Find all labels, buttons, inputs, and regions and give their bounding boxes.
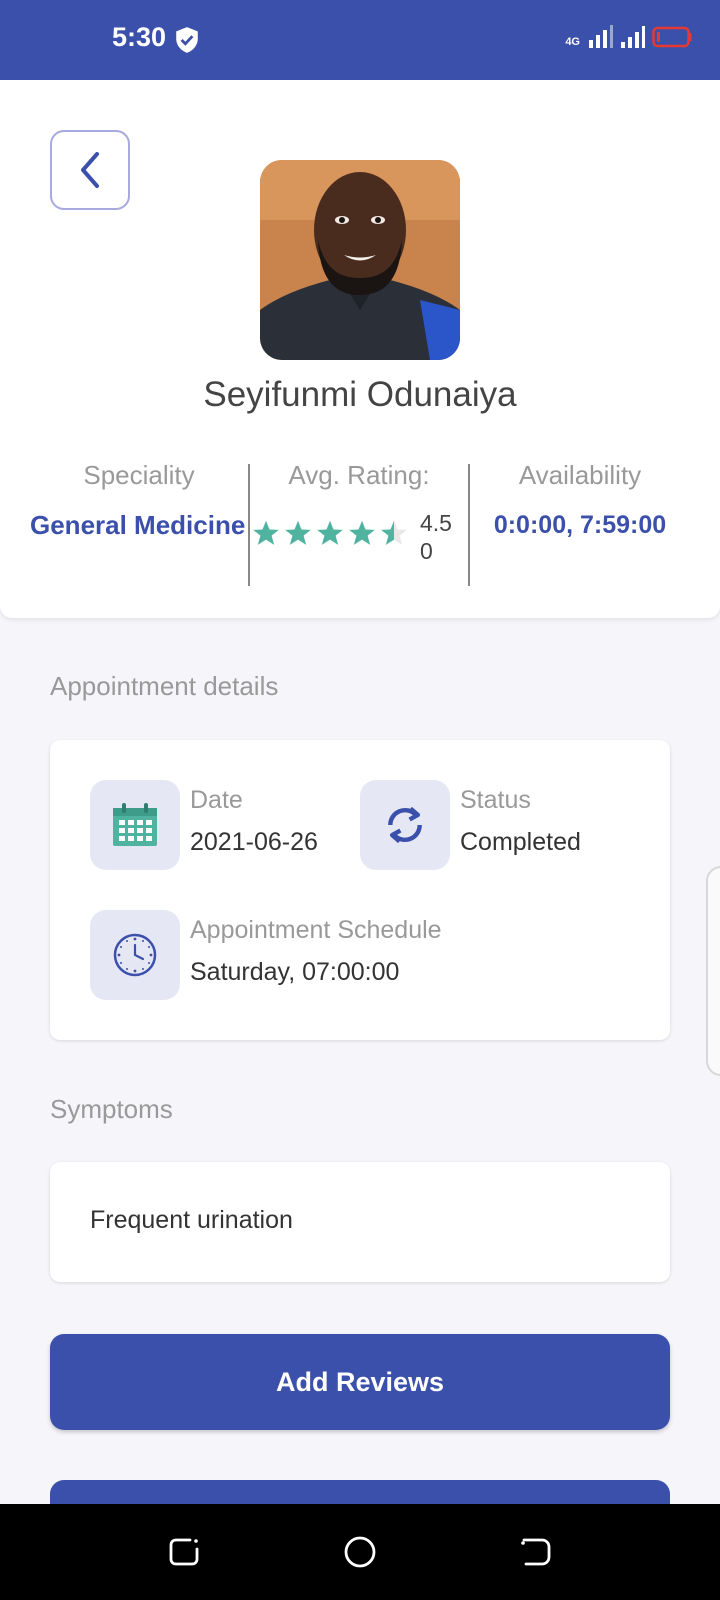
chevron-left-icon <box>81 152 99 188</box>
date-value: 2021-06-26 <box>190 828 318 856</box>
speciality-column: Speciality General Medicine <box>30 460 248 582</box>
date-label: Date <box>190 786 243 814</box>
star-icon <box>349 520 375 545</box>
availability-value: 0:0:00, 7:59:00 <box>493 511 667 539</box>
system-nav-bar <box>0 1504 720 1600</box>
status-bar: 5:30 4G <box>0 0 720 80</box>
symptoms-text: Frequent urination <box>90 1206 293 1234</box>
network-type: 4G <box>565 36 580 48</box>
star-icon <box>285 520 311 545</box>
symptoms-card: Frequent urination <box>50 1162 670 1282</box>
appointment-card: Date 2021-06-26 Status Completed Appoint… <box>50 740 670 1040</box>
doctor-avatar <box>260 160 460 360</box>
doctor-profile-card: Seyifunmi Odunaiya Speciality General Me… <box>0 80 720 618</box>
side-panel-handle[interactable] <box>706 866 720 1076</box>
schedule-value: Saturday, 07:00:00 <box>190 958 400 986</box>
schedule-icon-box <box>90 910 180 1000</box>
add-reviews-button[interactable]: Add Reviews <box>50 1334 670 1430</box>
date-icon-box <box>90 780 180 870</box>
back-nav-icon[interactable] <box>518 1534 554 1570</box>
appointment-section-title: Appointment details <box>50 671 279 701</box>
recent-apps-icon[interactable] <box>166 1534 202 1570</box>
clock-icon <box>113 933 157 977</box>
star-icon <box>317 520 343 545</box>
rating-value: 4.50 <box>420 510 452 564</box>
doctor-name: Seyifunmi Odunaiya <box>203 375 517 414</box>
status-icon-box <box>360 780 450 870</box>
rating-stars <box>252 519 408 547</box>
status-indicators: 4G <box>565 24 692 48</box>
availability-column: Availability 0:0:00, 7:59:00 <box>470 460 690 582</box>
signal-icon-2 <box>621 26 645 48</box>
home-icon[interactable] <box>342 1534 378 1570</box>
status-value: Completed <box>460 828 581 856</box>
availability-label: Availability <box>518 460 642 490</box>
status-label: Status <box>460 786 531 814</box>
star-half-icon <box>381 520 407 545</box>
rating-label: Avg. Rating: <box>288 460 430 490</box>
status-time: 5:30 <box>112 22 167 52</box>
schedule-label: Appointment Schedule <box>190 916 442 944</box>
refresh-icon <box>388 806 422 844</box>
speciality-label: Speciality <box>83 460 195 490</box>
battery-low-icon <box>652 26 692 48</box>
rating-column: Avg. Rating: 4.50 <box>250 460 468 582</box>
star-icon <box>253 520 279 545</box>
back-button[interactable] <box>50 130 130 210</box>
calendar-icon <box>113 803 157 846</box>
signal-icon <box>589 25 613 48</box>
symptoms-section-title: Symptoms <box>50 1094 173 1124</box>
shield-check-icon <box>176 27 198 53</box>
speciality-value: General Medicine <box>30 510 246 540</box>
